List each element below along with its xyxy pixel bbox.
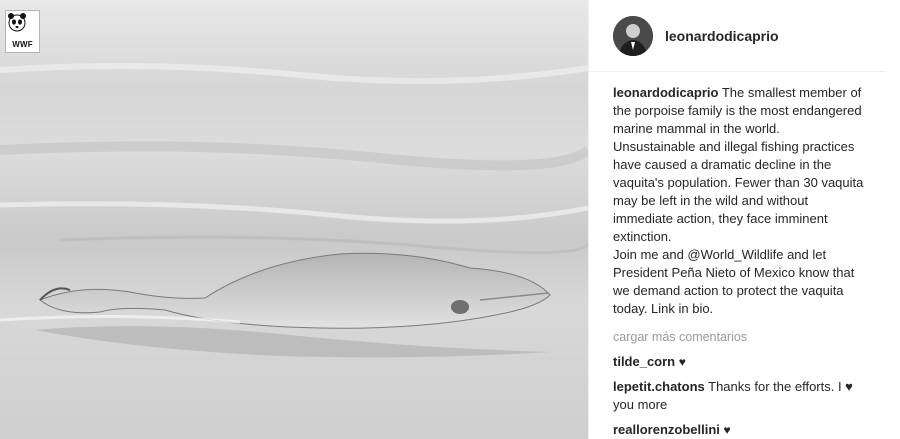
- caption-line: Unsustainable and illegal fishing practi…: [613, 139, 855, 154]
- panda-icon: [8, 13, 26, 32]
- caption-line: marine mammal in the world.: [613, 121, 780, 136]
- caption-line: immediate action, they face imminent: [613, 211, 828, 226]
- caption-line: President Peña Nieto of Mexico know that: [613, 265, 855, 280]
- wwf-badge: WWF: [5, 10, 40, 53]
- comment-username[interactable]: lepetit.chatons: [613, 379, 705, 394]
- caption-line: extinction.: [613, 229, 672, 244]
- comment-text-continuation: you more: [613, 397, 668, 412]
- caption-line: today. Link in bio.: [613, 301, 714, 316]
- comment: reallorenzobellini ♥: [613, 421, 886, 439]
- vaquita-photo: [0, 63, 588, 358]
- caption-line: have caused a dramatic decline in the: [613, 157, 832, 172]
- comment-text: ♥: [723, 423, 731, 437]
- caption-line: Join me and @World_Wildlife and let: [613, 247, 827, 262]
- caption-line: vaquita's population. Fewer than 30 vaqu…: [613, 175, 864, 190]
- post-photo[interactable]: WWF: [0, 0, 588, 439]
- avatar[interactable]: [613, 15, 653, 56]
- comment-text: ♥: [678, 355, 686, 369]
- comment-text: Thanks for the efforts. I ♥: [708, 379, 853, 394]
- caption-username[interactable]: leonardodicaprio: [613, 85, 718, 100]
- caption-line: may be left in the wild and without: [613, 193, 809, 208]
- comment-username[interactable]: reallorenzobellini: [613, 422, 720, 437]
- wwf-logo-text: WWF: [12, 40, 33, 49]
- avatar-icon: [613, 15, 653, 56]
- caption-line: we demand action to protect the vaquita: [613, 283, 844, 298]
- post-sidebar: leonardodicaprio leonardodicaprio The sm…: [588, 0, 900, 439]
- caption: leonardodicaprio The smallest member of …: [613, 84, 886, 318]
- comment: lepetit.chatons Thanks for the efforts. …: [613, 378, 886, 414]
- load-more-comments-link[interactable]: cargar más comentarios: [613, 328, 886, 346]
- post-header: leonardodicaprio: [589, 0, 886, 72]
- caption-line: the porpoise family is the most endanger…: [613, 103, 862, 118]
- header-username[interactable]: leonardodicaprio: [665, 28, 779, 44]
- comments-section: leonardodicaprio The smallest member of …: [589, 72, 900, 439]
- comment: tilde_corn ♥: [613, 353, 886, 371]
- caption-line: The smallest member of: [721, 85, 862, 100]
- comment-username[interactable]: tilde_corn: [613, 354, 675, 369]
- instagram-post: WWF leonardodicaprio leonardodicaprio Th…: [0, 0, 900, 439]
